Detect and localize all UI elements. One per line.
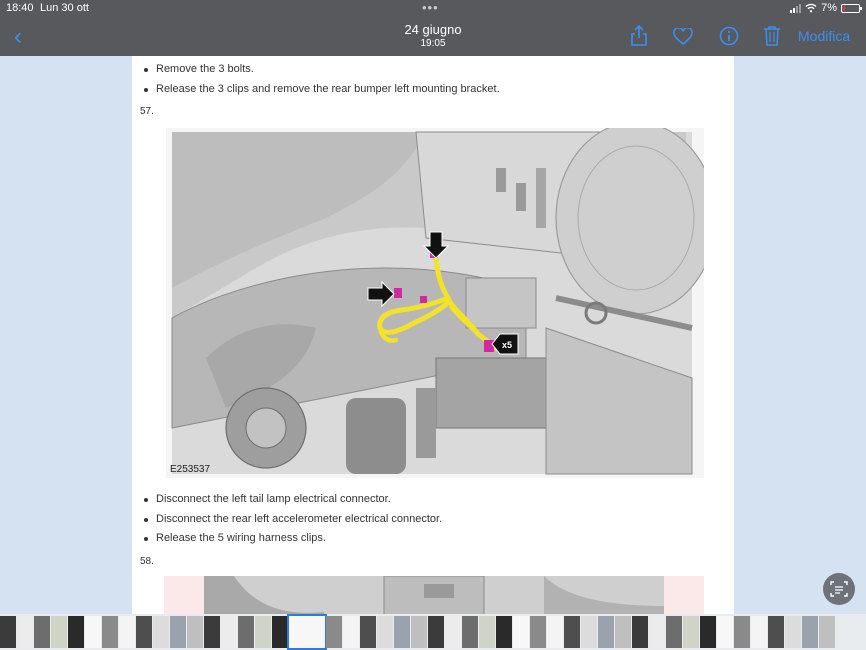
info-icon[interactable] [719,26,739,46]
thumbnail[interactable] [272,616,288,648]
list-item: Disconnect the rear left accelerometer e… [132,510,442,530]
list-item: Release the 5 wiring harness clips. [132,529,442,549]
list-item: Release the 3 clips and remove the rear … [132,80,500,100]
list-item: Disconnect the left tail lamp electrical… [132,490,442,510]
battery-percent: 7% [821,2,837,14]
edit-button[interactable]: Modifica [798,28,850,44]
thumbnail[interactable] [153,616,169,648]
thumbnail[interactable] [102,616,118,648]
multitasking-dots-icon[interactable]: ••• [422,0,439,15]
thumbnail[interactable] [34,616,50,648]
thumbnail[interactable] [68,616,84,648]
thumbnail[interactable] [785,616,801,648]
thumbnail[interactable] [221,616,237,648]
thumbnail[interactable] [0,616,16,648]
wifi-icon [805,3,817,13]
thumbnail[interactable] [136,616,152,648]
thumbnail[interactable] [255,616,271,648]
trash-icon[interactable] [763,25,781,46]
bullet-list-top: Remove the 3 bolts. Release the 3 clips … [132,60,500,99]
thumbnail[interactable] [751,616,767,648]
thumbnail[interactable] [343,616,359,648]
thumbnail[interactable] [632,616,648,648]
thumbnail[interactable] [615,616,631,648]
thumbnail[interactable] [170,616,186,648]
bullet-list-bottom: Disconnect the left tail lamp electrical… [132,490,442,549]
step-number: 57. [140,106,154,117]
thumbnail[interactable] [462,616,478,648]
thumbnail[interactable] [598,616,614,648]
technical-illustration: x5 E253537 [166,128,704,478]
thumbnail[interactable] [717,616,733,648]
thumbnail[interactable] [51,616,67,648]
thumbnail[interactable] [496,616,512,648]
list-item: Remove the 3 bolts. [132,60,500,80]
thumbnail[interactable] [819,616,835,648]
heart-icon[interactable] [673,28,693,46]
thumbnail[interactable] [377,616,393,648]
step-number: 58. [140,556,154,567]
technical-illustration-partial [164,576,704,614]
thumbnail[interactable] [530,616,546,648]
thumbnail[interactable] [394,616,410,648]
figure-id: E253537 [170,464,210,475]
thumbnail[interactable] [734,616,750,648]
share-icon[interactable] [630,25,648,47]
thumbnail[interactable] [287,614,327,650]
thumbnail[interactable] [513,616,529,648]
thumbnail[interactable] [479,616,495,648]
thumbnail[interactable] [411,616,427,648]
cellular-signal-icon [790,3,802,13]
thumbnail[interactable] [428,616,444,648]
thumbnail[interactable] [85,616,101,648]
thumbnail[interactable] [547,616,563,648]
status-time: 18:40 [6,2,34,14]
text-scan-icon [830,581,848,597]
thumbnail[interactable] [326,616,342,648]
live-text-button[interactable] [823,573,855,605]
navigation-bar: ‹ 24 giugno 19:05 Modifica [0,18,866,56]
clip-callout: x5 [502,340,512,350]
status-bar: 18:40 Lun 30 ott ••• 7% [0,0,866,18]
thumbnail[interactable] [445,616,461,648]
thumbnail[interactable] [666,616,682,648]
thumbnail[interactable] [564,616,580,648]
thumbnail[interactable] [360,616,376,648]
thumbnail[interactable] [17,616,33,648]
thumbnail[interactable] [802,616,818,648]
thumbnail[interactable] [204,616,220,648]
thumbnail[interactable] [700,616,716,648]
document-page: Remove the 3 bolts. Release the 3 clips … [132,56,734,614]
status-date: Lun 30 ott [40,2,89,14]
thumbnail-strip[interactable] [0,614,866,650]
thumbnail[interactable] [187,616,203,648]
thumbnail[interactable] [581,616,597,648]
thumbnail[interactable] [683,616,699,648]
thumbnail[interactable] [649,616,665,648]
battery-icon [841,3,862,13]
thumbnail[interactable] [238,616,254,648]
thumbnail[interactable] [768,616,784,648]
thumbnail[interactable] [119,616,135,648]
